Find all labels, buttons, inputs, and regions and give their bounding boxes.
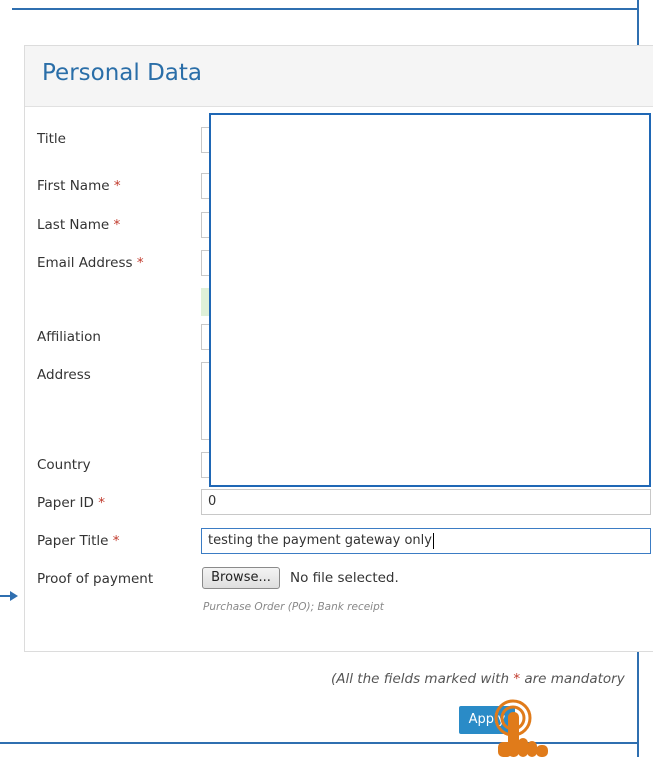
arrow-right-icon (0, 591, 18, 601)
address-label: Address (37, 367, 91, 383)
hand-pointer-icon (494, 699, 548, 757)
proof-hint: Purchase Order (PO); Bank receipt (203, 601, 384, 613)
email-label: Email Address * (37, 255, 144, 271)
paper-id-label: Paper ID * (37, 495, 105, 511)
paper-id-input[interactable]: 0 (201, 489, 651, 515)
file-status-text: No file selected. (290, 570, 399, 586)
first-name-label: First Name * (37, 178, 121, 194)
browse-button[interactable]: Browse... (202, 567, 280, 589)
proof-of-payment-label: Proof of payment (37, 571, 154, 587)
page-title: Personal Data (42, 60, 203, 86)
panel-header: Personal Data (25, 46, 653, 107)
window-top-border (12, 0, 639, 10)
paper-title-label: Paper Title * (37, 533, 120, 549)
title-label: Title (37, 131, 66, 147)
last-name-label: Last Name * (37, 217, 121, 233)
text-caret (432, 532, 434, 549)
affiliation-label: Affiliation (37, 329, 101, 345)
country-label: Country (37, 457, 91, 473)
redaction-overlay (209, 113, 651, 487)
paper-title-input[interactable]: testing the payment gateway only (201, 528, 651, 554)
mandatory-note: (All the fields marked with * are mandat… (331, 671, 625, 687)
